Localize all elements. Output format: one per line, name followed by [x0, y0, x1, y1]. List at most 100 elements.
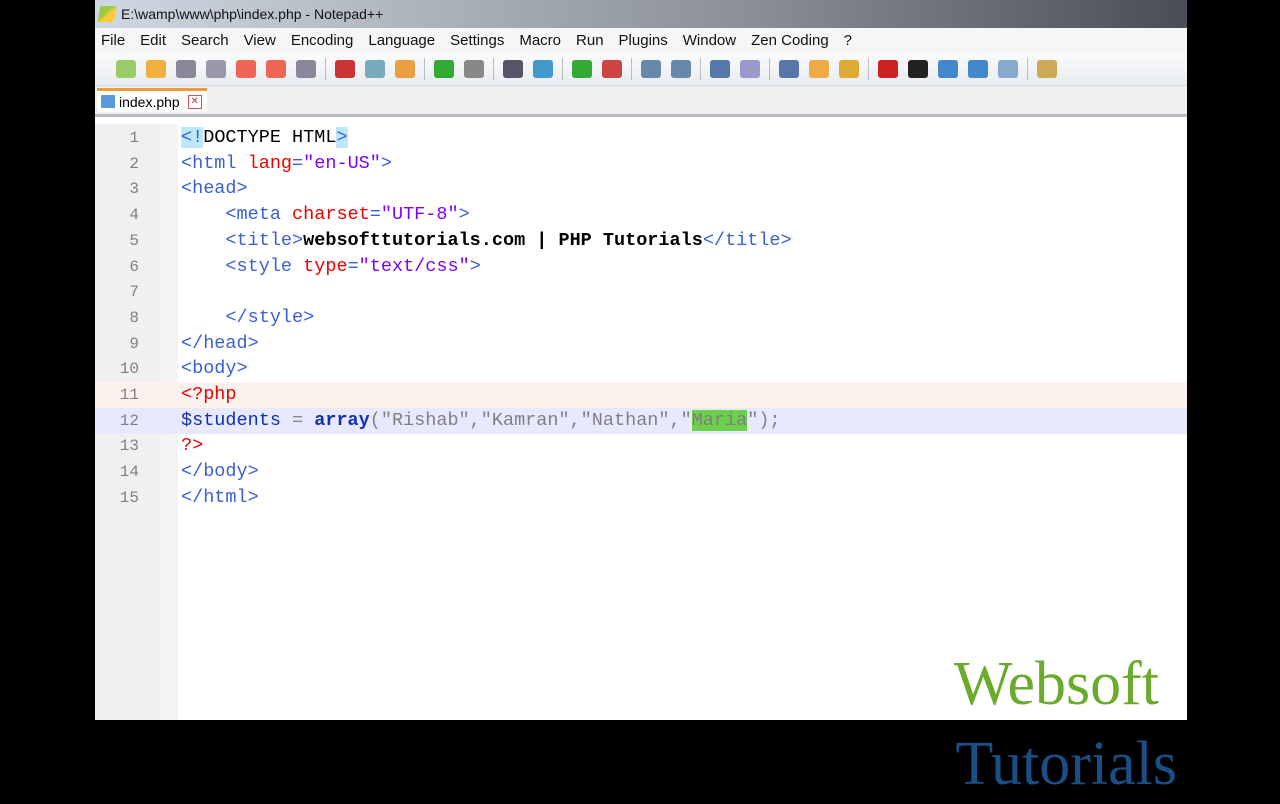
code-token: >: [380, 152, 392, 174]
word-wrap-icon[interactable]: [710, 60, 730, 78]
menu-plugins[interactable]: Plugins: [619, 32, 668, 49]
code-token: "UTF-8": [380, 204, 459, 226]
code-editor[interactable]: 1 <!DOCTYPE HTML> 2 <html lang="en-US"> 3 <he…: [95, 124, 1187, 798]
watermark-line1: Websoft: [953, 650, 1159, 718]
menu-window[interactable]: Window: [683, 32, 736, 49]
code-token: >: [336, 127, 348, 148]
code-line[interactable]: 15 </html>: [95, 485, 1187, 511]
code-token: websofttutorials.com | PHP Tutorials: [303, 229, 703, 251]
play-macro-icon[interactable]: [938, 60, 958, 78]
sync-v-icon[interactable]: [641, 60, 661, 78]
menu-view[interactable]: View: [244, 32, 276, 49]
code-line[interactable]: 12 $students = array("Rishab","Kamran","N…: [95, 407, 1187, 434]
code-token: <html: [181, 152, 248, 174]
close-icon[interactable]: [236, 60, 256, 78]
menu-zen-coding[interactable]: Zen Coding: [751, 32, 829, 49]
code-line[interactable]: 1 <!DOCTYPE HTML>: [95, 125, 1187, 151]
code-token: </head>: [181, 332, 259, 354]
show-all-chars-icon[interactable]: [740, 60, 760, 78]
toolbar-separator: [631, 58, 632, 80]
code-token: <meta: [225, 204, 293, 226]
code-token: =: [280, 409, 315, 431]
code-line[interactable]: 11 <?php: [95, 382, 1187, 408]
zoom-out-icon[interactable]: [602, 60, 622, 78]
code-line[interactable]: 8 </style>: [95, 305, 1187, 331]
plugin-icon[interactable]: [1037, 60, 1057, 78]
paste-icon[interactable]: [395, 60, 415, 78]
print-icon[interactable]: [296, 60, 316, 78]
code-line[interactable]: 6 <style type="text/css">: [95, 254, 1187, 280]
code-line[interactable]: 2 <html lang="en-US">: [95, 151, 1187, 177]
code-token: </style>: [225, 306, 315, 328]
open-file-icon[interactable]: [146, 60, 166, 78]
menu-encoding[interactable]: Encoding: [291, 32, 354, 49]
record-macro-icon[interactable]: [878, 60, 898, 78]
indent-guide-icon[interactable]: [779, 60, 799, 78]
toolbar-separator: [700, 58, 701, 80]
save-all-icon[interactable]: [206, 60, 226, 78]
code-line[interactable]: 5 <title>websofttutorials.com | PHP Tuto…: [95, 228, 1187, 254]
code-token: type: [303, 255, 348, 277]
code-line[interactable]: 4 <meta charset="UTF-8">: [95, 202, 1187, 228]
toolbar: [95, 53, 1187, 86]
line-number: 9: [129, 334, 139, 353]
line-number: 1: [129, 129, 139, 147]
menu-bar: File Edit Search View Encoding Language Settin…: [95, 28, 1187, 53]
doc-map-icon[interactable]: [839, 60, 859, 78]
replace-icon[interactable]: [533, 60, 553, 78]
code-line[interactable]: 14 </body>: [95, 459, 1187, 485]
line-number: 15: [119, 488, 139, 507]
stop-macro-icon[interactable]: [908, 60, 928, 78]
line-number: 3: [129, 180, 139, 199]
redo-icon[interactable]: [464, 60, 484, 78]
menu-macro[interactable]: Macro: [519, 32, 561, 49]
save-icon[interactable]: [176, 60, 196, 78]
code-line[interactable]: 7: [95, 279, 1187, 305]
code-token: ");: [747, 409, 781, 431]
close-tab-icon[interactable]: ✕: [187, 94, 202, 109]
menu-help[interactable]: ?: [844, 32, 852, 49]
line-code: </style>: [181, 305, 314, 331]
code-line[interactable]: 10 <body>: [95, 356, 1187, 382]
new-file-icon[interactable]: [116, 60, 136, 78]
menu-search[interactable]: Search: [181, 32, 229, 49]
title-bar: E:\wamp\www\php\index.php - Notepad++: [95, 0, 1187, 28]
run-macro-multiple-icon[interactable]: [968, 60, 988, 78]
saved-file-icon: [101, 95, 115, 108]
line-number: 12: [119, 411, 139, 430]
menu-file[interactable]: File: [101, 32, 125, 49]
copy-icon[interactable]: [365, 60, 385, 78]
user-lang-icon[interactable]: [809, 60, 829, 78]
zoom-in-icon[interactable]: [572, 60, 592, 78]
line-number: 7: [129, 283, 139, 302]
undo-icon[interactable]: [434, 60, 454, 78]
menu-edit[interactable]: Edit: [140, 32, 166, 49]
code-token: </html>: [181, 486, 259, 508]
close-all-icon[interactable]: [266, 60, 286, 78]
code-line[interactable]: 9 </head>: [95, 331, 1187, 357]
toolbar-separator: [769, 58, 770, 80]
code-token: <head>: [181, 178, 248, 200]
cut-icon[interactable]: [335, 60, 355, 78]
line-code: </html>: [181, 485, 259, 511]
code-line[interactable]: 13 ?>: [95, 433, 1187, 459]
code-token: charset: [292, 204, 370, 226]
tab-index-php[interactable]: index.php ✕: [97, 88, 207, 112]
line-code: <meta charset="UTF-8">: [181, 202, 469, 228]
save-macro-icon[interactable]: [998, 60, 1018, 78]
notepadpp-window: E:\wamp\www\php\index.php - Notepad++ Fi…: [95, 0, 1187, 798]
menu-language[interactable]: Language: [368, 32, 435, 49]
code-token: </body>: [181, 461, 259, 483]
sync-h-icon[interactable]: [671, 60, 691, 78]
code-line[interactable]: 3 <head>: [95, 176, 1187, 202]
line-code: </head>: [181, 331, 259, 357]
find-icon[interactable]: [503, 60, 523, 78]
line-number: 14: [119, 463, 139, 482]
code-token: <title>: [225, 229, 304, 251]
menu-run[interactable]: Run: [576, 32, 604, 49]
menu-settings[interactable]: Settings: [450, 32, 504, 49]
code-token: =: [347, 255, 359, 277]
